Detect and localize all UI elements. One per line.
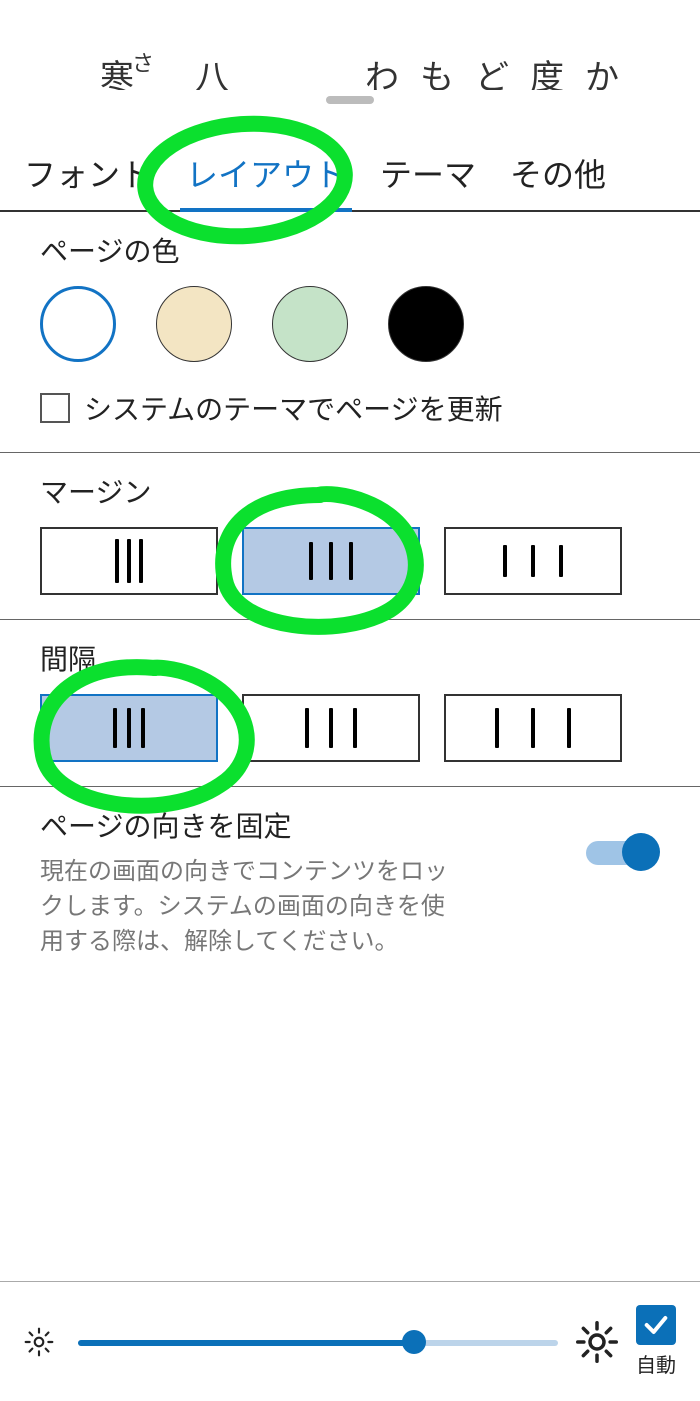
tab-font[interactable]: フォント [18, 144, 158, 210]
brightness-bar: 自動 [0, 1281, 700, 1401]
sheet-drag-handle[interactable] [326, 96, 374, 104]
margin-label: マージン [40, 471, 660, 511]
active-tab-underline [180, 208, 352, 212]
margin-medium[interactable] [242, 527, 420, 595]
bg-char: 八 [195, 50, 229, 90]
brightness-high-icon [576, 1321, 618, 1363]
brightness-auto[interactable]: 自動 [636, 1305, 676, 1378]
spacing-label: 間隔 [40, 638, 660, 678]
brightness-auto-label: 自動 [636, 1349, 676, 1378]
settings-tabs: フォント レイアウト テーマ その他 [0, 114, 700, 212]
slider-thumb[interactable] [402, 1330, 426, 1354]
tab-other[interactable]: その他 [504, 144, 612, 210]
orientation-lock-toggle[interactable] [586, 833, 660, 873]
system-theme-label: システムのテーマでページを更新 [84, 388, 503, 428]
spacing-section: 間隔 [0, 620, 700, 787]
page-color-swatches [40, 286, 660, 362]
orientation-lock-section: ページの向きを固定 現在の画面の向きでコンテンツをロックします。システムの画面の… [0, 787, 700, 983]
page-color-sepia[interactable] [156, 286, 232, 362]
system-theme-checkbox[interactable] [40, 393, 70, 423]
slider-fill [78, 1340, 414, 1346]
page-color-label: ページの色 [40, 230, 660, 270]
bg-char: ど [475, 50, 509, 90]
margin-wide[interactable] [444, 527, 622, 595]
system-theme-row[interactable]: システムのテーマでページを更新 [40, 388, 660, 428]
page-color-white[interactable] [40, 286, 116, 362]
toggle-knob [622, 833, 660, 871]
spacing-medium[interactable] [242, 694, 420, 762]
margin-section: マージン [0, 453, 700, 620]
brightness-slider[interactable] [78, 1322, 558, 1362]
bg-char: 寒 [100, 50, 134, 90]
brightness-low-icon [18, 1321, 60, 1363]
orientation-lock-description: 現在の画面の向きでコンテンツをロックします。システムの画面の向きを使用する際は、… [40, 855, 460, 959]
bg-char: か [585, 50, 619, 90]
spacing-loose[interactable] [444, 694, 622, 762]
background-page-text: 寒 さ 八 わ も ど 度 か [0, 0, 700, 90]
page-color-black[interactable] [388, 286, 464, 362]
brightness-auto-checkbox[interactable] [636, 1305, 676, 1345]
tab-theme[interactable]: テーマ [374, 144, 482, 210]
spacing-tight[interactable] [40, 694, 218, 762]
bg-char: わ [365, 50, 399, 90]
margin-narrow[interactable] [40, 527, 218, 595]
bg-char: も [420, 50, 454, 90]
bg-char: 度 [530, 50, 564, 90]
tab-layout[interactable]: レイアウト [180, 144, 352, 210]
bg-char: さ [132, 46, 154, 78]
orientation-lock-title: ページの向きを固定 [40, 805, 460, 845]
page-color-green[interactable] [272, 286, 348, 362]
page-color-section: ページの色 システムのテーマでページを更新 [0, 212, 700, 453]
